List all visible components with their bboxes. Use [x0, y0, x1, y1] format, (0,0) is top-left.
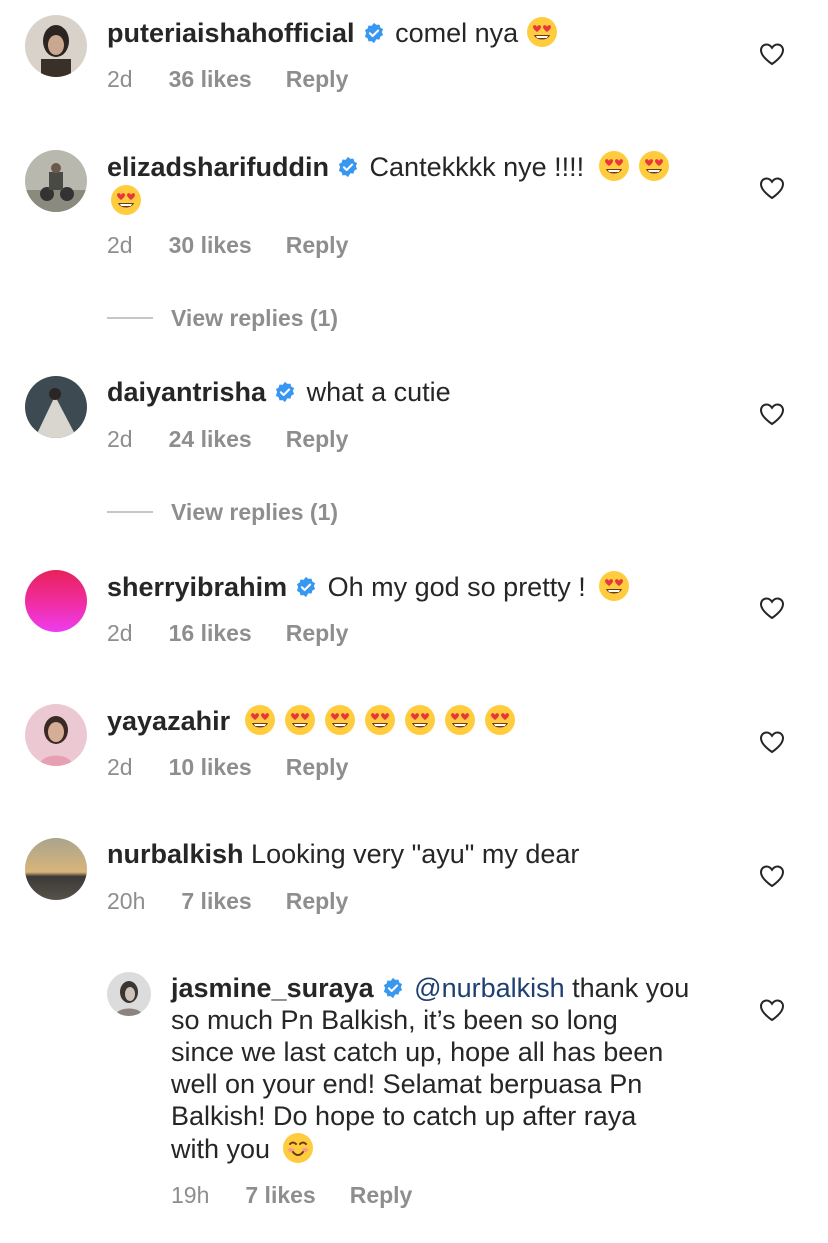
likes-count[interactable]: 10 likes — [169, 754, 252, 781]
reply-text-line: so much Pn Balkish, it’s been so long — [171, 1005, 618, 1035]
reply-button[interactable]: Reply — [286, 620, 349, 647]
heart-eyes-emoji-icon — [324, 704, 356, 736]
comment-text: Looking very "ayu" my dear — [251, 839, 580, 869]
comment-time: 2d — [107, 754, 133, 780]
like-heart-icon[interactable] — [759, 42, 785, 66]
heart-eyes-emoji-icon — [404, 704, 436, 736]
reply-text-line: since we last catch up, hope all has bee… — [171, 1037, 664, 1067]
verified-badge-icon — [382, 977, 404, 999]
reply-button[interactable]: Reply — [350, 1182, 413, 1209]
likes-count[interactable]: 7 likes — [181, 888, 251, 915]
comment-text: Oh my god so pretty ! — [327, 572, 586, 602]
username[interactable]: jasmine_suraya — [171, 973, 374, 1003]
likes-count[interactable]: 24 likes — [169, 426, 252, 453]
verified-badge-icon — [337, 156, 359, 178]
comment-text: what a cutie — [306, 377, 451, 407]
heart-eyes-emoji-icon — [244, 704, 276, 736]
username[interactable]: puteriaishahofficial — [107, 18, 355, 48]
username[interactable]: elizadsharifuddin — [107, 152, 329, 182]
avatar[interactable] — [25, 15, 87, 77]
heart-eyes-emoji-icon — [484, 704, 516, 736]
reply-button[interactable]: Reply — [286, 232, 349, 259]
comment-text: Cantekkkk nye !!!! — [369, 152, 585, 182]
reply-text-line: well on your end! Selamat berpuasa Pn — [171, 1069, 643, 1099]
comment-time: 2d — [107, 426, 133, 452]
verified-badge-icon — [274, 381, 296, 403]
heart-eyes-emoji-icon — [110, 184, 142, 216]
username[interactable]: daiyantrisha — [107, 377, 266, 407]
view-replies-label: View replies (1) — [171, 304, 339, 331]
likes-count[interactable]: 30 likes — [169, 232, 252, 259]
comment-time: 2d — [107, 66, 133, 92]
likes-count[interactable]: 7 likes — [245, 1182, 315, 1209]
view-replies-button[interactable]: View replies (1) — [107, 496, 338, 528]
avatar[interactable] — [25, 838, 87, 900]
verified-badge-icon — [295, 576, 317, 598]
like-heart-icon[interactable] — [759, 998, 785, 1022]
reply-text-line: with you — [171, 1134, 271, 1164]
view-replies-button[interactable]: View replies (1) — [107, 302, 338, 334]
heart-eyes-emoji-icon — [364, 704, 396, 736]
divider — [107, 317, 153, 319]
reply-button[interactable]: Reply — [286, 66, 349, 93]
comment-time: 2d — [107, 620, 133, 646]
username[interactable]: nurbalkish — [107, 839, 244, 869]
view-replies-label: View replies (1) — [171, 498, 339, 525]
heart-eyes-emoji-icon — [638, 150, 670, 182]
avatar[interactable] — [25, 150, 87, 212]
like-heart-icon[interactable] — [759, 402, 785, 426]
likes-count[interactable]: 16 likes — [169, 620, 252, 647]
avatar[interactable] — [25, 570, 87, 632]
like-heart-icon[interactable] — [759, 730, 785, 754]
comment-time: 2d — [107, 232, 133, 258]
heart-eyes-emoji-icon — [284, 704, 316, 736]
reply-button[interactable]: Reply — [286, 888, 349, 915]
mention-link[interactable]: @nurbalkish — [414, 973, 564, 1003]
heart-eyes-emoji-icon — [526, 16, 558, 48]
reply-button[interactable]: Reply — [286, 754, 349, 781]
verified-badge-icon — [363, 22, 385, 44]
likes-count[interactable]: 36 likes — [169, 66, 252, 93]
avatar[interactable] — [107, 972, 151, 1016]
avatar[interactable] — [25, 704, 87, 766]
reply-button[interactable]: Reply — [286, 426, 349, 453]
like-heart-icon[interactable] — [759, 596, 785, 620]
username[interactable]: sherryibrahim — [107, 572, 287, 602]
smiling-face-icon — [282, 1132, 314, 1164]
avatar[interactable] — [25, 376, 87, 438]
reply-text-line: Balkish! Do hope to catch up after raya — [171, 1101, 637, 1131]
comment-time: 19h — [171, 1182, 210, 1208]
like-heart-icon[interactable] — [759, 864, 785, 888]
comment-time: 20h — [107, 888, 146, 914]
like-heart-icon[interactable] — [759, 176, 785, 200]
divider — [107, 511, 153, 513]
heart-eyes-emoji-icon — [598, 570, 630, 602]
reply-text-line: thank you — [572, 973, 690, 1003]
comment-text: comel nya — [395, 18, 519, 48]
heart-eyes-emoji-icon — [444, 704, 476, 736]
heart-eyes-emoji-icon — [598, 150, 630, 182]
username[interactable]: yayazahir — [107, 706, 230, 736]
